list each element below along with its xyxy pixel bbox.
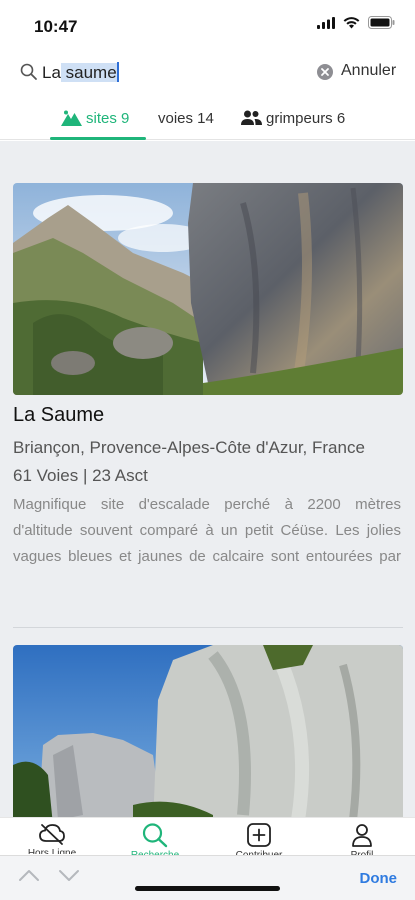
search-icon [142, 823, 168, 848]
plus-square-icon [247, 823, 271, 847]
clear-icon[interactable] [317, 64, 333, 80]
status-time: 10:47 [34, 17, 78, 36]
result-tabs: sites 9 voies 14 grimpeurs 6 [0, 96, 415, 140]
tab-grimpeurs[interactable]: grimpeurs 6 [241, 96, 345, 140]
home-indicator [135, 886, 280, 891]
nav-item-hors-ligne[interactable]: Hors Ligne [12, 822, 92, 854]
site-location: Briançon, Provence-Alpes-Côte d'Azur, Fr… [13, 438, 365, 457]
nav-item-profil[interactable]: Profil [322, 822, 402, 856]
site-description: Magnifique site d'escalade perché à 2200… [13, 496, 401, 565]
cloud-offline-icon [39, 824, 65, 845]
results-list: La Saume Briançon, Provence-Alpes-Côte d… [0, 141, 415, 817]
status-icons [317, 16, 395, 29]
text-caret [116, 62, 119, 82]
search-bar: La saume Annuler [0, 54, 415, 92]
search-input[interactable]: La saume [42, 62, 282, 84]
cancel-button[interactable]: Annuler [341, 62, 396, 80]
tab-voies[interactable]: voies 14 [158, 96, 214, 140]
done-button[interactable]: Done [360, 870, 398, 887]
keyboard-accessory-bar: Done [0, 855, 415, 900]
site-photo [13, 183, 403, 395]
people-icon [241, 110, 262, 125]
tab-grimpeurs-label: grimpeurs 6 [266, 109, 346, 127]
user-icon [352, 824, 372, 847]
chevron-down-icon[interactable] [58, 868, 80, 882]
divider [13, 627, 403, 628]
tab-sites-label: sites 9 [86, 109, 130, 127]
site-photo [13, 645, 403, 817]
search-text: La [42, 63, 61, 82]
status-bar: 10:47 [0, 0, 415, 50]
site-stats: 61 Voies | 23 Asct [13, 466, 148, 485]
signal-icon [317, 16, 335, 29]
nav-label: Hors Ligne [27, 848, 77, 854]
battery-icon [368, 16, 395, 29]
result-card[interactable] [13, 645, 403, 817]
nav-item-recherche[interactable]: Recherche [115, 822, 195, 856]
nav-item-contribuer[interactable]: Contribuer [219, 822, 299, 856]
tab-sites[interactable]: sites 9 [61, 96, 129, 140]
mountain-icon [61, 110, 82, 126]
chevron-up-icon[interactable] [18, 868, 40, 882]
result-card[interactable]: La Saume Briançon, Provence-Alpes-Côte d… [13, 183, 403, 570]
tab-voies-label: voies 14 [158, 109, 214, 127]
search-selected-text: saume [60, 63, 117, 82]
bottom-nav: Hors Ligne Recherche Contribuer Profil [0, 817, 415, 856]
wifi-icon [343, 16, 360, 28]
site-title: La Saume [13, 404, 105, 426]
active-tab-indicator [50, 137, 146, 140]
search-icon [20, 63, 37, 80]
